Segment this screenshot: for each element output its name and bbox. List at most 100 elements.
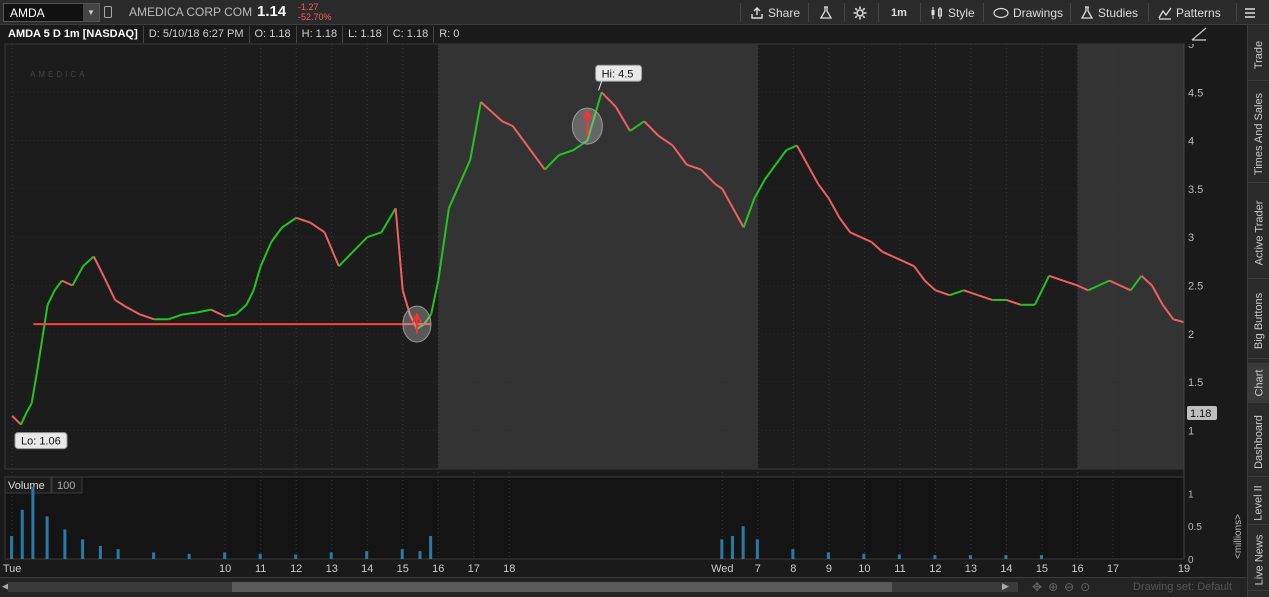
volume-bar — [826, 552, 830, 559]
symbol-input[interactable]: AMDA — [4, 6, 83, 20]
tab-label: Big Buttons — [1253, 292, 1266, 349]
tab-label: Active Trader — [1253, 200, 1265, 265]
volume-tick-label: 1 — [1188, 489, 1194, 500]
tab-label: Live News — [1253, 534, 1265, 585]
y-tick-label: 4.5 — [1188, 87, 1203, 99]
volume-bar — [400, 549, 404, 559]
interval-button[interactable]: 1m — [891, 4, 907, 21]
tab-big-buttons[interactable]: Big Buttons — [1248, 283, 1269, 359]
flask-icon — [819, 5, 833, 19]
style-label: Style — [948, 5, 975, 20]
gear-icon — [853, 6, 867, 19]
volume-bar — [116, 549, 120, 559]
extended-hours-region — [1077, 44, 1184, 469]
scrollbar-thumb[interactable] — [232, 582, 892, 592]
share-button[interactable]: Share — [750, 4, 800, 21]
x-tick-label: 13 — [965, 563, 977, 575]
x-tick-label: 10 — [219, 563, 231, 575]
tab-dashboard[interactable]: Dashboard — [1248, 407, 1269, 477]
tab-times-and-sales[interactable]: Times And Sales — [1248, 85, 1269, 183]
tab-live-news[interactable]: Live News — [1248, 529, 1269, 591]
volume-unit-label: <millions> — [1233, 514, 1244, 559]
tab-level-ii[interactable]: Level II — [1248, 481, 1269, 525]
last-price-tag: 1.18 — [1187, 405, 1217, 420]
y-tick-label: 4 — [1188, 136, 1194, 148]
drawings-label: Drawings — [1013, 5, 1064, 20]
tab-trade[interactable]: Trade — [1248, 29, 1269, 81]
last-price-text: 1.18 — [1190, 408, 1211, 420]
tab-label: Trade — [1253, 40, 1266, 69]
x-tick-label: 12 — [290, 563, 302, 575]
volume-bar — [730, 536, 734, 559]
x-tick-label: 17 — [1107, 563, 1119, 575]
style-button[interactable]: Style — [930, 4, 975, 21]
zoom-out-icon[interactable]: ⊖ — [1064, 580, 1074, 594]
x-tick-label: Tue — [3, 563, 22, 575]
volume-header: Volume 100 — [4, 476, 83, 494]
x-tick-label: 15 — [397, 563, 409, 575]
volume-bar — [294, 554, 298, 559]
symbol-selector[interactable]: AMDA ▼ — [3, 3, 100, 22]
studies-button[interactable]: Studies — [1080, 4, 1138, 21]
y-tick-label: 2.5 — [1188, 280, 1203, 292]
volume-panel — [4, 476, 1185, 560]
zoom-controls: ✥ ⊕ ⊖ ⊙ — [1032, 580, 1090, 594]
tab-label: Chart — [1253, 369, 1265, 396]
zoom-fit-icon[interactable]: ⊙ — [1080, 580, 1090, 594]
volume-bar — [933, 555, 937, 559]
volume-bar — [187, 553, 191, 559]
x-tick-label: 17 — [468, 563, 480, 575]
hamburger-icon — [1245, 7, 1255, 18]
x-tick-label: 16 — [1071, 563, 1083, 575]
x-tick-label: 13 — [326, 563, 338, 575]
volume-bar — [329, 552, 333, 559]
x-tick-label: 10 — [858, 563, 870, 575]
x-tick-label: 14 — [361, 563, 373, 575]
y-tick-label: 1 — [1188, 425, 1194, 437]
menu-button[interactable] — [1244, 4, 1256, 21]
x-tick-label: 11 — [255, 563, 266, 575]
x-tick-label: 19 — [1178, 563, 1190, 575]
volume-bar — [720, 539, 724, 559]
volume-bar — [20, 509, 24, 559]
scroll-right-arrow[interactable]: ▶ — [1002, 581, 1009, 592]
tab-label: Times And Sales — [1253, 92, 1266, 175]
volume-bar — [429, 536, 433, 559]
volume-bar — [968, 555, 972, 559]
volume-bar — [31, 486, 35, 559]
volume-bar — [223, 552, 227, 559]
candlestick-icon — [931, 6, 942, 19]
flask-button[interactable] — [819, 4, 833, 21]
volume-bar — [10, 536, 14, 559]
lo-label: Lo: 1.06 — [14, 432, 68, 450]
chevron-down-icon[interactable]: ▼ — [83, 4, 99, 21]
tab-chart[interactable]: Chart — [1248, 363, 1269, 403]
share-icon — [751, 6, 763, 19]
volume-bar — [862, 553, 866, 559]
volume-bar — [45, 516, 49, 559]
main-toolbar: AMDA ▼ AMEDICA CORP COM 1.14 -1.27 -52.7… — [0, 0, 1269, 25]
draw-tool-icon[interactable] — [1187, 26, 1211, 44]
price-chart[interactable]: Volume 100 AMEDICA 54.543.532.521.511.181… — [0, 25, 1247, 577]
volume-bar — [98, 545, 102, 559]
volume-bar — [152, 552, 156, 559]
link-icon[interactable] — [104, 6, 112, 18]
y-tick-label: 3 — [1188, 232, 1194, 244]
zoom-in-icon[interactable]: ⊕ — [1048, 580, 1058, 594]
x-tick-label: 12 — [929, 563, 941, 575]
lo-label-text: Lo: 1.06 — [21, 436, 61, 448]
x-tick-label: 16 — [432, 563, 444, 575]
y-tick-label: 3.5 — [1188, 184, 1203, 196]
settings-button[interactable] — [853, 4, 867, 21]
volume-bar — [418, 551, 422, 559]
x-tick-label: 15 — [1036, 563, 1048, 575]
volume-bar — [81, 539, 85, 559]
drawing-set-label[interactable]: Drawing set: Default — [1133, 581, 1232, 593]
drawings-button[interactable]: Drawings — [993, 4, 1063, 21]
beaker-icon — [1080, 5, 1094, 19]
tab-active-trader[interactable]: Active Trader — [1248, 187, 1269, 279]
patterns-button[interactable]: Patterns — [1158, 4, 1221, 21]
last-price: 1.14 — [257, 3, 287, 20]
volume-label: Volume — [8, 480, 45, 492]
move-icon[interactable]: ✥ — [1032, 580, 1042, 594]
